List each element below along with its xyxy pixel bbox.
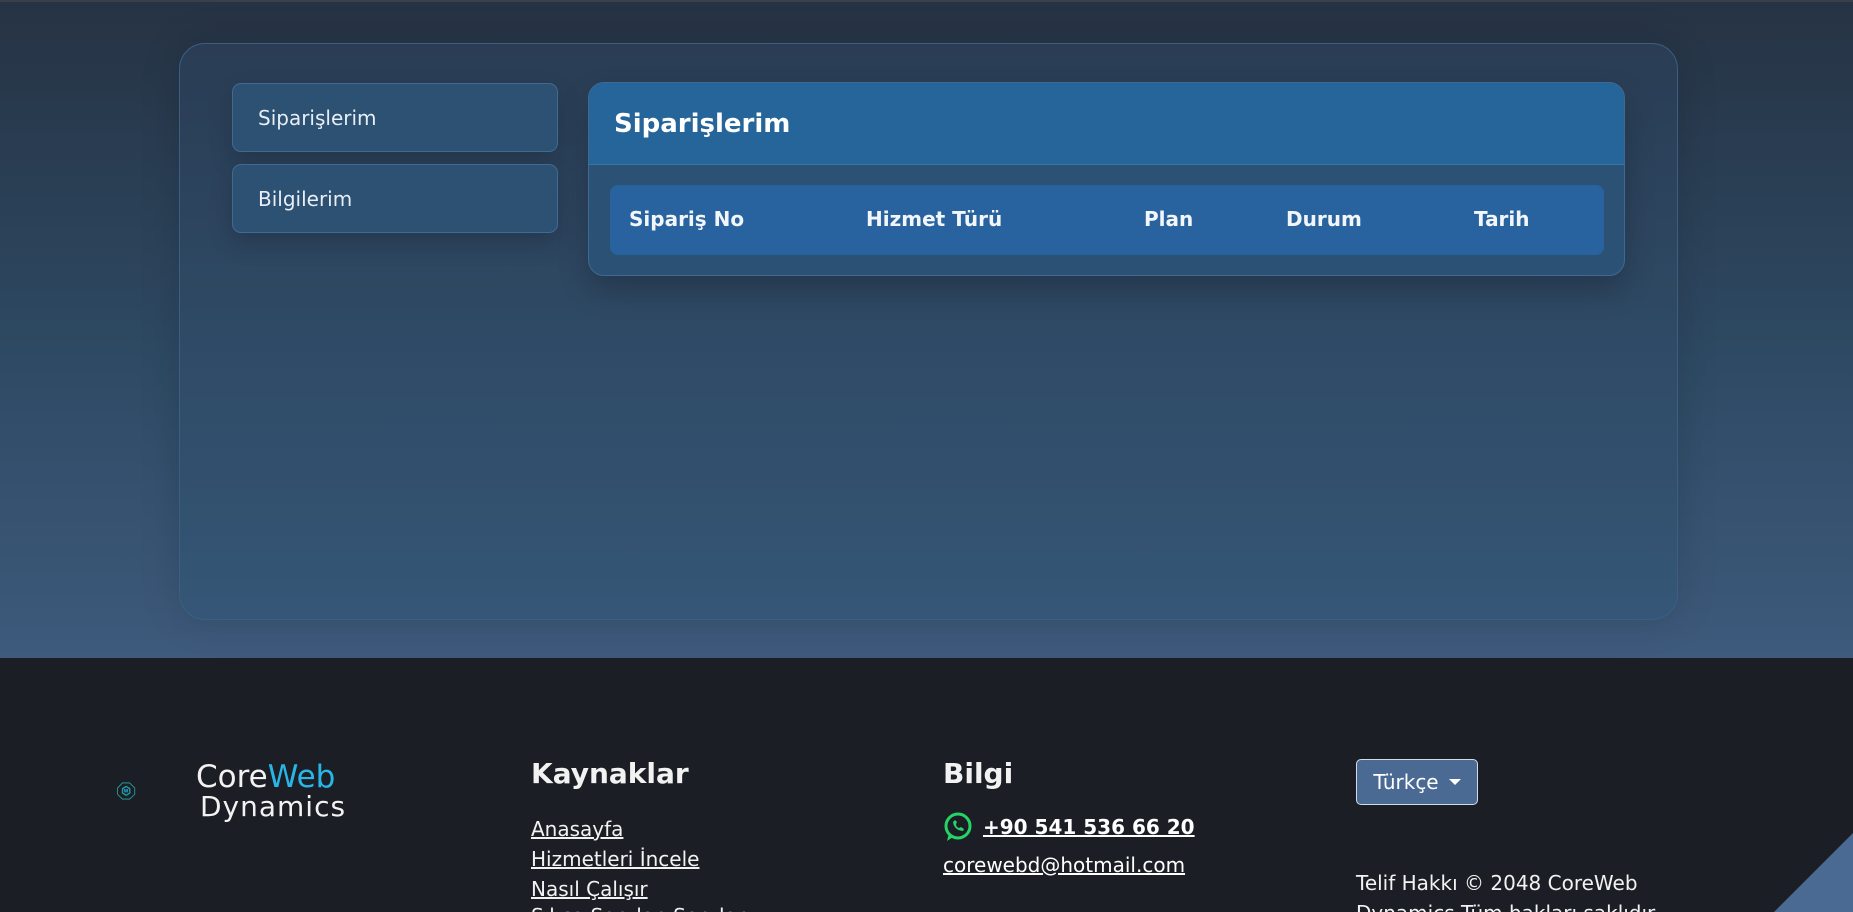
info-title: Bilgi — [943, 757, 1014, 790]
language-selected: Türkçe — [1373, 770, 1439, 794]
sidebar-item-label: Bilgilerim — [258, 186, 353, 211]
phone-number: +90 541 536 66 20 — [983, 815, 1195, 839]
column-header-date: Tarih — [1474, 207, 1530, 231]
chevron-down-icon — [1448, 779, 1461, 785]
svg-text:W: W — [124, 789, 129, 794]
logo-dynamics: Dynamics — [200, 790, 347, 823]
sidebar-item-orders[interactable]: Siparişlerim — [232, 83, 558, 152]
logo-icon: W — [117, 782, 136, 800]
corner-decoration — [1774, 833, 1853, 912]
email-link[interactable]: corewebd@hotmail.com — [943, 853, 1185, 877]
whatsapp-icon — [944, 812, 972, 841]
orders-title: Siparişlerim — [589, 83, 1624, 165]
orders-card: Siparişlerim Sipariş No Hizmet Türü Plan… — [588, 82, 1625, 276]
logo-wordmark: CoreWeb Dynamics — [196, 762, 346, 822]
language-dropdown[interactable]: Türkçe — [1356, 759, 1478, 805]
column-header-status: Durum — [1286, 207, 1362, 231]
footer-link-home[interactable]: Anasayfa — [531, 817, 623, 841]
column-header-plan: Plan — [1144, 207, 1194, 231]
footer-link-services[interactable]: Hizmetleri İncele — [531, 847, 699, 871]
copyright-text: Telif Hakkı © 2048 CoreWeb Dynamics Tüm … — [1356, 871, 1660, 912]
resources-title: Kaynaklar — [531, 757, 689, 790]
column-header-service-type: Hizmet Türü — [866, 207, 1003, 231]
phone-link[interactable]: +90 541 536 66 20 — [943, 812, 1195, 842]
footer-link-how-it-works[interactable]: Nasıl Çalışır — [531, 877, 648, 901]
footer-link-faq[interactable]: Sıkça Sorulan Sorular — [531, 904, 745, 912]
sidebar-item-label: Siparişlerim — [258, 105, 377, 130]
column-header-order-no: Sipariş No — [629, 207, 745, 231]
orders-table-header: Sipariş No Hizmet Türü Plan Durum Tarih — [610, 185, 1604, 255]
sidebar-item-info[interactable]: Bilgilerim — [232, 164, 558, 233]
